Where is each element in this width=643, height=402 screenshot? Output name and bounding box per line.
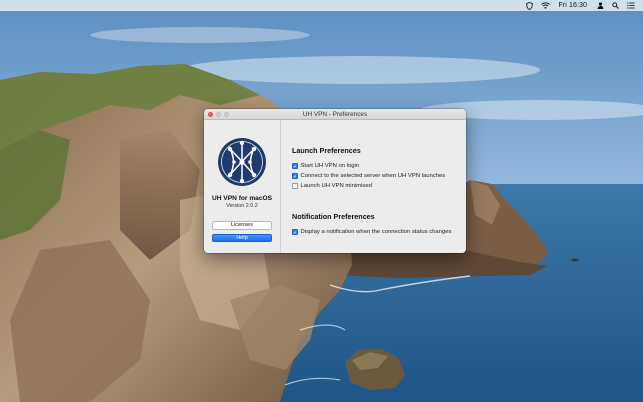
app-version: Version 2.0.2 (226, 203, 258, 209)
close-window-button[interactable] (208, 111, 213, 117)
traffic-lights (208, 111, 229, 117)
launch-preferences-heading: Launch Preferences (292, 146, 361, 155)
start-on-login-label: Start UH VPN on login (300, 163, 360, 169)
launch-options: Start UH VPN on login Connect to the sel… (292, 161, 466, 191)
notification-center-icon[interactable] (627, 0, 635, 11)
connect-on-launch-label: Connect to the selected server when UH V… (300, 173, 446, 179)
menu-bar: Fri 16:30 (0, 0, 643, 11)
option-start-on-login[interactable]: Start UH VPN on login (292, 161, 466, 171)
menu-bar-clock[interactable]: Fri 16:30 (558, 0, 587, 11)
network-nodes-icon (217, 137, 267, 187)
option-status-notification[interactable]: Display a notification when the connecti… (292, 227, 466, 237)
window-titlebar[interactable]: UH VPN - Preferences (204, 109, 466, 120)
notification-options: Display a notification when the connecti… (292, 227, 466, 237)
launch-minimised-label: Launch UH VPN minimised (300, 183, 372, 189)
licenses-button[interactable]: Licenses (212, 221, 272, 230)
wifi-icon[interactable] (541, 0, 551, 11)
option-launch-minimised[interactable]: Launch UH VPN minimised (292, 181, 466, 191)
launch-minimised-checkbox[interactable] (292, 183, 298, 189)
app-name: UH VPN for macOS (211, 195, 273, 202)
connect-on-launch-checkbox[interactable] (292, 173, 298, 179)
option-connect-on-launch[interactable]: Connect to the selected server when UH V… (292, 171, 466, 181)
help-button[interactable]: Help (212, 233, 272, 242)
status-notification-checkbox[interactable] (292, 229, 298, 235)
vpn-shield-icon[interactable] (526, 0, 534, 11)
start-on-login-checkbox[interactable] (292, 163, 298, 169)
spotlight-search-icon[interactable] (612, 0, 619, 11)
app-info-pane: UH VPN for macOS Version 2.0.2 Licenses … (204, 120, 281, 253)
user-icon[interactable] (597, 0, 604, 11)
window-title: UH VPN - Preferences (302, 110, 368, 118)
notification-preferences-heading: Notification Preferences (292, 212, 375, 221)
maximize-window-button[interactable] (224, 111, 229, 117)
preferences-pane: Launch Preferences Start UH VPN on login… (281, 120, 466, 253)
minimize-window-button[interactable] (216, 111, 221, 117)
preferences-window: UH VPN - Preferences UH VPN for macOS Ve… (204, 109, 466, 253)
status-notification-label: Display a notification when the connecti… (300, 229, 452, 235)
